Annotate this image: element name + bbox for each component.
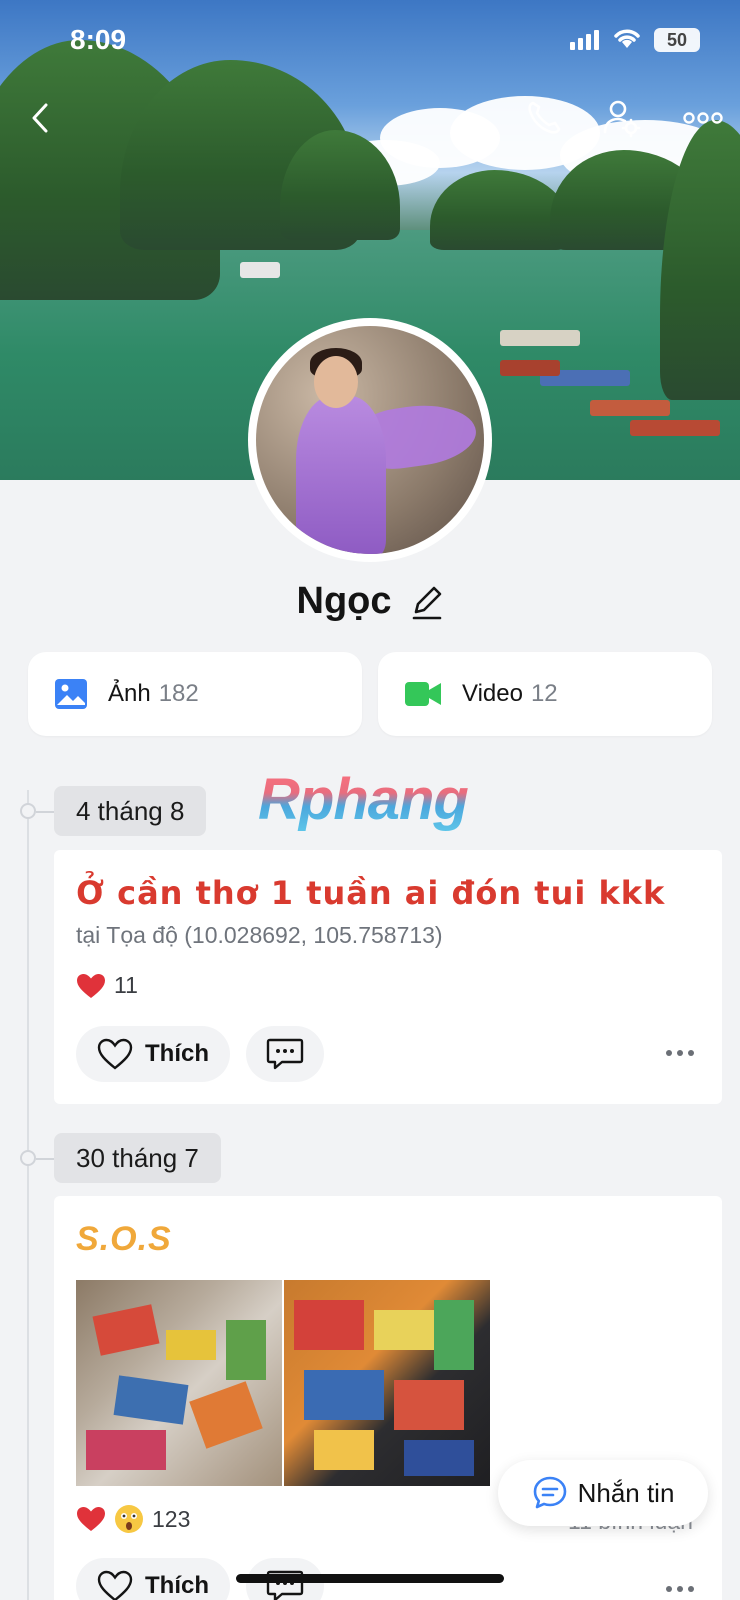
post-more-icon[interactable]	[666, 1586, 694, 1592]
heart-reaction-icon	[77, 973, 105, 998]
like-button[interactable]: Thích	[76, 1026, 230, 1082]
post-title: Ở cần thơ 1 tuần ai đón tui kkk	[76, 874, 666, 912]
home-indicator	[236, 1574, 504, 1583]
timeline-dot	[20, 1150, 36, 1166]
send-message-label: Nhắn tin	[577, 1477, 675, 1508]
post-card[interactable]: S.O.S 123 11 bình luận Thích	[54, 1196, 722, 1600]
avatar[interactable]	[248, 318, 492, 562]
like-button[interactable]: Thích	[76, 1558, 230, 1600]
profile-screen: 8:09 50 Ngọc Ảnh 182 Video 12 4 tháng 8 …	[0, 0, 740, 1600]
post-date-chip: 30 tháng 7	[54, 1133, 221, 1183]
post-photo[interactable]	[76, 1280, 282, 1486]
comment-icon	[266, 1038, 304, 1070]
status-time: 8:09	[70, 24, 127, 55]
post-location: tại Tọa độ (10.028692, 105.758713)	[76, 922, 443, 948]
timeline-connector	[36, 1158, 54, 1160]
post-title: S.O.S	[76, 1220, 172, 1258]
photos-card[interactable]: Ảnh 182	[28, 652, 362, 736]
videos-label: Video	[462, 680, 523, 707]
videos-count: 12	[530, 680, 558, 707]
timeline-connector	[36, 811, 54, 813]
profile-settings-button[interactable]	[600, 96, 644, 140]
like-label: Thích	[145, 1040, 209, 1067]
video-camera-icon	[405, 682, 441, 706]
post-card[interactable]: Ở cần thơ 1 tuần ai đón tui kkk tại Tọa …	[54, 850, 722, 1104]
phone-icon	[528, 101, 561, 134]
battery-icon: 50	[654, 28, 700, 52]
profile-name-row: Ngọc	[0, 580, 740, 623]
send-message-button[interactable]: Nhắn tin	[498, 1460, 708, 1526]
call-button[interactable]	[522, 96, 566, 140]
heart-outline-icon	[97, 1038, 133, 1070]
more-horizontal-icon	[683, 112, 723, 124]
user-gear-icon	[603, 100, 641, 138]
photos-count: 182	[158, 680, 199, 707]
status-bar: 8:09 50	[0, 0, 740, 80]
watermark-logo: Rphang	[258, 767, 469, 832]
heart-reaction-icon	[77, 1507, 105, 1531]
videos-card[interactable]: Video 12	[378, 652, 712, 736]
edit-pencil-icon[interactable]	[410, 584, 444, 620]
post-photo[interactable]	[284, 1280, 490, 1486]
back-button[interactable]	[18, 96, 62, 140]
reaction-summary[interactable]: 123	[76, 1504, 190, 1534]
heart-outline-icon	[97, 1570, 133, 1600]
reaction-count: 123	[152, 1505, 191, 1532]
wow-emoji-icon	[115, 1505, 143, 1533]
chat-bubble-icon	[533, 1476, 566, 1509]
timeline-line	[27, 790, 29, 1600]
photos-label: Ảnh	[108, 680, 151, 707]
wifi-icon	[612, 26, 642, 55]
post-more-icon[interactable]	[666, 1050, 694, 1056]
post-content: Ở cần thơ 1 tuần ai đón tui kkk tại Tọa …	[76, 874, 706, 949]
reaction-count: 11	[114, 972, 138, 998]
image-icon	[55, 679, 87, 709]
profile-name: Ngọc	[296, 580, 392, 622]
comment-button[interactable]	[246, 1026, 324, 1082]
like-label: Thích	[145, 1572, 209, 1599]
post-date-chip: 4 tháng 8	[54, 786, 207, 836]
more-options-button[interactable]	[680, 96, 726, 140]
cellular-signal-icon	[570, 30, 599, 50]
timeline-dot	[20, 803, 36, 819]
reaction-summary[interactable]: 11	[76, 972, 138, 999]
chevron-left-icon	[32, 103, 48, 133]
